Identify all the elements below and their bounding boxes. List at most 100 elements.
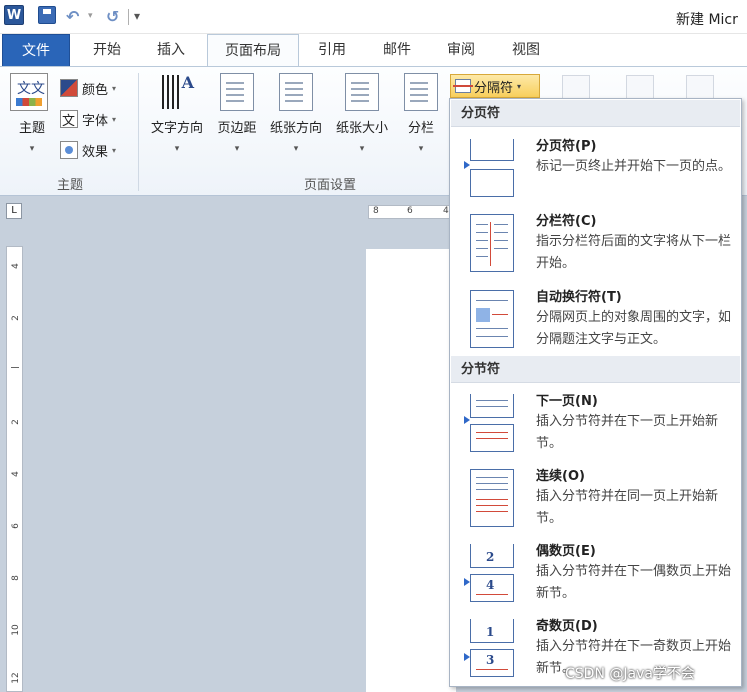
chevron-down-icon: ▾ [112,114,117,124]
orientation-button[interactable]: 纸张方向 ▾ [266,73,326,154]
tab-review[interactable]: 审阅 [432,34,490,66]
margins-icon [220,73,254,111]
chevron-down-icon: ▾ [359,144,365,154]
ruler-number: 4 [11,263,21,269]
menu-item-title: 自动换行符(T) [536,290,622,305]
word-app-icon[interactable]: W [4,5,24,25]
theme-fonts-button[interactable]: 字体 ▾ [60,108,116,130]
themes-icon: 文文 [10,73,48,111]
undo-dropdown-icon[interactable]: ▾ [88,6,93,26]
ruler-number: 8 [373,206,379,216]
tab-file[interactable]: 文件 [2,34,70,66]
theme-effects-label: 效果 [82,144,109,160]
ruler-number: 6 [11,523,21,529]
themes-button[interactable]: 文文 主题 ▾ [10,73,54,154]
menu-item-next-page[interactable]: 下一页(N) 插入分节符并在下一页上开始新节。 [450,390,740,466]
ruler-number: 12 [11,672,21,684]
theme-fonts-label: 字体 [82,113,109,129]
page-setup-group-label: 页面设置 [303,178,356,193]
text-direction-label: 文字方向 [150,121,203,136]
section-breaks-header: 分节符 [451,356,740,383]
customize-toolbar-icon[interactable]: ▾ [134,6,140,26]
chevron-down-icon: ▾ [29,144,35,154]
menu-item-title: 奇数页(D) [536,619,598,634]
tab-mailings[interactable]: 邮件 [368,34,426,66]
effects-icon [60,141,78,159]
ribbon-tabs: 文件 开始 插入 页面布局 引用 邮件 审阅 视图 [0,34,747,67]
colors-icon [60,79,78,97]
continuous-icon [464,469,516,533]
menu-item-desc: 指示分栏符后面的文字将从下一栏开始。 [536,234,732,271]
menu-item-continuous[interactable]: 连续(O) 插入分节符并在同一页上开始新节。 [450,465,740,541]
breaks-label: 分隔符 [474,80,514,96]
theme-effects-button[interactable]: 效果 ▾ [60,139,116,161]
orientation-label: 纸张方向 [269,121,322,136]
ruler-number: 10 [11,624,21,636]
chevron-down-icon: ▾ [112,83,117,93]
chevron-down-icon: ▾ [293,144,299,154]
columns-label: 分栏 [407,121,434,136]
ruler-tick [11,367,19,368]
chevron-down-icon: ▾ [112,145,117,155]
chevron-down-icon: ▾ [174,144,180,154]
orientation-icon [279,73,313,111]
tab-page-layout[interactable]: 页面布局 [207,34,299,67]
theme-colors-label: 颜色 [82,82,109,98]
even-page-icon: 2 4 [464,544,516,608]
breaks-menu: 分页符 分页符(P) 标记一页终止并开始下一页的点。 分栏符(C) 指示分栏符后… [449,98,742,687]
fonts-icon [60,110,78,129]
menu-item-desc: 插入分节符并在下一页上开始新节。 [536,414,719,451]
tab-insert[interactable]: 插入 [142,34,200,66]
menu-item-title: 偶数页(E) [536,544,596,559]
undo-icon[interactable]: ↶ [66,6,79,26]
tab-selector-button[interactable]: L [6,203,22,219]
menu-item-title: 下一页(N) [536,394,598,409]
document-page[interactable] [366,249,456,692]
ruler-number: 4 [11,471,21,477]
save-icon[interactable] [38,6,56,24]
columns-button[interactable]: 分栏 ▾ [402,73,440,154]
breaks-icon [453,79,473,93]
column-break-icon [464,214,516,278]
next-page-icon [464,394,516,458]
ruler-number: 6 [407,206,413,216]
tab-view[interactable]: 视图 [497,34,555,66]
menu-item-desc: 分隔网页上的对象周围的文字，如分隔题注文字与正文。 [536,310,732,347]
ruler-number: 2 [11,315,21,321]
ruler-number: 4 [443,206,449,216]
tab-references[interactable]: 引用 [304,34,360,66]
repeat-icon[interactable]: ↺ [106,6,119,26]
breaks-button[interactable]: 分隔符 ▾ [450,74,540,98]
menu-item-desc: 插入分节符并在同一页上开始新节。 [536,489,719,526]
menu-item-page-break[interactable]: 分页符(P) 标记一页终止并开始下一页的点。 [450,135,740,211]
menu-item-column-break[interactable]: 分栏符(C) 指示分栏符后面的文字将从下一栏开始。 [450,210,740,286]
menu-item-title: 分栏符(C) [536,214,597,229]
menu-item-title: 连续(O) [536,469,585,484]
watermark-text: CSDN @Java学不会 [565,666,695,682]
size-label: 纸张大小 [335,121,388,136]
menu-item-title: 分页符(P) [536,139,597,154]
ruler-number: 2 [11,419,21,425]
menu-item-text-wrapping-break[interactable]: 自动换行符(T) 分隔网页上的对象周围的文字，如分隔题注文字与正文。 [450,286,740,362]
text-wrapping-icon [464,290,516,354]
columns-icon [404,73,438,111]
horizontal-ruler[interactable]: 8 6 4 [368,205,453,219]
ruler-number: 8 [11,575,21,581]
menu-item-desc: 标记一页终止并开始下一页的点。 [536,159,732,174]
page-break-icon [464,139,516,203]
menu-item-even-page[interactable]: 2 4 偶数页(E) 插入分节符并在下一偶数页上开始新节。 [450,540,740,616]
window-title: 新建 Micr [676,12,738,28]
page-breaks-header: 分页符 [451,100,740,127]
margins-button[interactable]: 页边距 ▾ [212,73,262,154]
themes-label: 主题 [18,121,45,136]
chevron-down-icon: ▾ [517,81,522,91]
text-direction-button[interactable]: A 文字方向 ▾ [146,73,208,154]
size-button[interactable]: 纸张大小 ▾ [331,73,393,154]
tab-home[interactable]: 开始 [78,34,136,66]
vertical-ruler[interactable]: 4 2 2 4 6 8 10 12 [6,246,23,692]
title-bar: W ↶ ▾ ↺ ▾ 新建 Micr [0,0,747,34]
chevron-down-icon: ▾ [234,144,240,154]
theme-colors-button[interactable]: 颜色 ▾ [60,77,116,99]
chevron-down-icon: ▾ [418,144,424,154]
paper-size-icon [345,73,379,111]
